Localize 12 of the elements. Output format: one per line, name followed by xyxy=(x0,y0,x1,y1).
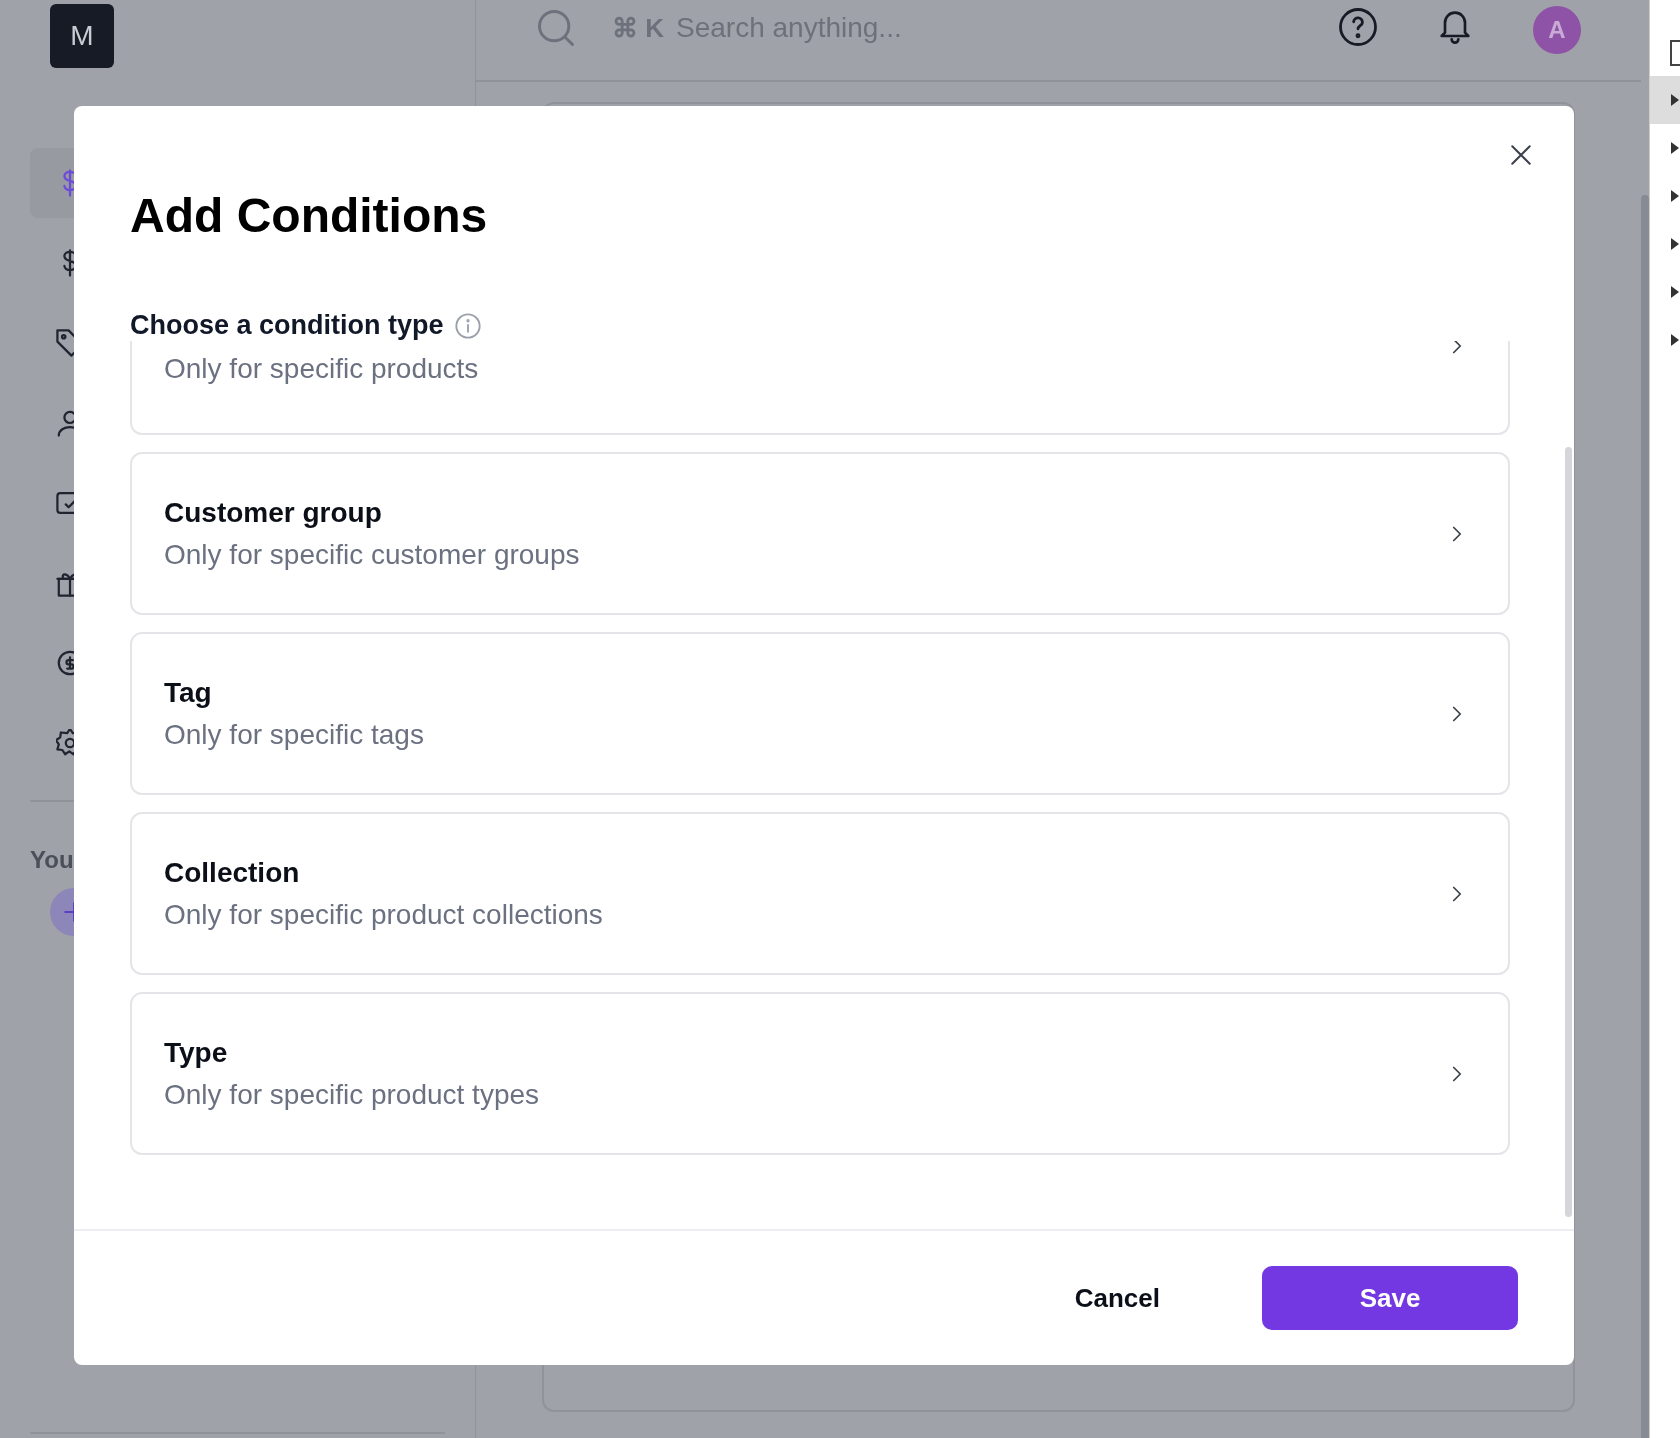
option-title: Type xyxy=(164,1036,229,1069)
modal-title: Add Conditions xyxy=(130,188,489,243)
option-description: Only for specific tags xyxy=(164,718,425,751)
option-description: Only for specific product types xyxy=(164,1078,541,1111)
option-title: Collection xyxy=(164,856,301,889)
option-description: Only for specific product collections xyxy=(164,898,604,931)
section-label: You xyxy=(30,846,74,874)
option-title: Customer group xyxy=(164,496,383,529)
option-description: Only for specific customer groups xyxy=(164,538,581,571)
section-label: Choose a condition type xyxy=(130,310,444,341)
option-description: Only for specific products xyxy=(164,353,480,385)
option-title: Tag xyxy=(164,676,213,709)
